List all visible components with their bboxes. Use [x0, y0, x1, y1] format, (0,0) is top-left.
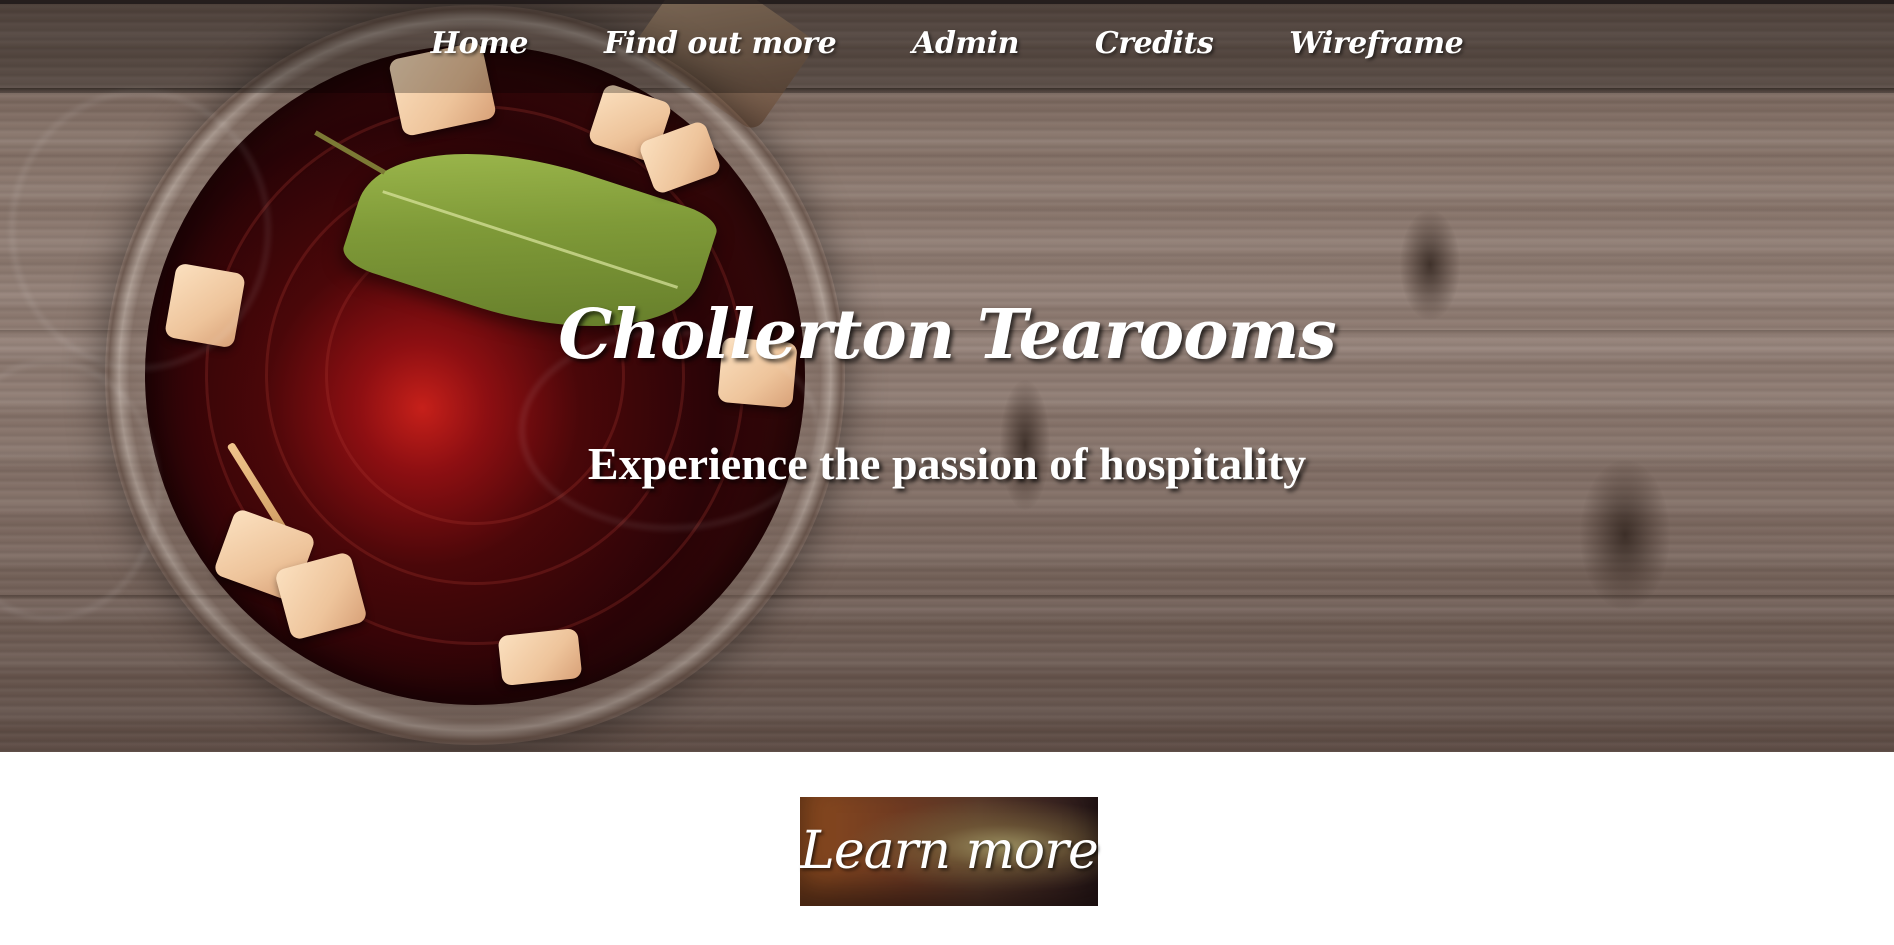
top-navigation: Home Find out more Admin Credits Wirefra… [0, 0, 1894, 93]
nav-item: Home [393, 26, 566, 61]
site-title: Chollerton Tearooms [558, 295, 1336, 375]
tagline: Experience the passion of hospitality [587, 438, 1307, 489]
nav-link-credits[interactable]: Credits [1095, 26, 1214, 61]
nav-item: Wireframe [1251, 26, 1501, 61]
learn-more-button[interactable]: Learn more [800, 797, 1099, 906]
hero-banner [0, 0, 1894, 752]
learn-more-label: Learn more [800, 821, 1098, 881]
apple-piece [497, 627, 583, 687]
leaf-vein [382, 190, 679, 289]
nav-item: Admin [874, 26, 1057, 61]
nav-link-wireframe[interactable]: Wireframe [1289, 26, 1463, 61]
nav-item: Find out more [566, 26, 874, 61]
nav-list: Home Find out more Admin Credits Wirefra… [0, 26, 1894, 61]
nav-link-home[interactable]: Home [431, 26, 529, 61]
nav-item: Credits [1057, 26, 1251, 61]
nav-link-admin[interactable]: Admin [912, 26, 1019, 61]
nav-link-find-out-more[interactable]: Find out more [604, 26, 837, 61]
